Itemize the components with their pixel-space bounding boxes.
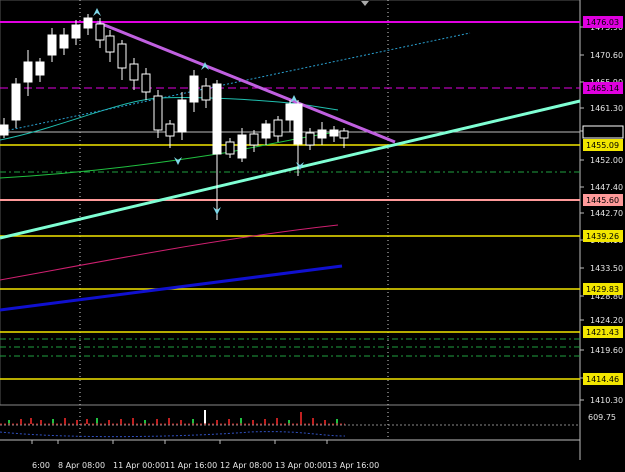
candle [237, 134, 247, 159]
indicator-bar [132, 418, 134, 424]
candle [317, 129, 327, 139]
price-tick-label: 1452.00 [590, 156, 623, 165]
candle [35, 61, 45, 76]
indicator-bar [86, 419, 88, 424]
indicator-bar [240, 418, 242, 424]
indicator-bar [168, 418, 170, 424]
price-tag-label: 1421.43 [586, 328, 619, 337]
indicator-bar [76, 420, 78, 424]
trading-chart-window: 1475.901470.601465.901461.301457.051452.… [0, 0, 625, 472]
candle [71, 24, 81, 39]
time-label: 13 Apr 00:00 [275, 461, 327, 470]
time-label: 6:00 [32, 461, 50, 470]
candle [189, 75, 199, 103]
time-label: 12 Apr 08:00 [220, 461, 272, 470]
indicator-signal-line [0, 431, 346, 438]
candle [141, 73, 151, 93]
candle [117, 43, 127, 69]
candle [225, 141, 235, 155]
indicator-bar [20, 419, 22, 424]
indicator-bar [204, 410, 206, 424]
candle [165, 123, 175, 137]
indicator-bar [120, 419, 122, 424]
candle [273, 119, 283, 137]
indicator-bar [324, 420, 326, 424]
time-label: 11 Apr 00:00 [113, 461, 165, 470]
price-tag-label: 1476.03 [586, 18, 619, 27]
price-tick-label: 1433.50 [590, 264, 623, 273]
candle [285, 103, 295, 121]
indicator-bar [312, 418, 314, 424]
indicator-bar [228, 419, 230, 424]
time-label: 11 Apr 16:00 [165, 461, 217, 470]
indicator-bar [96, 418, 98, 424]
indicator-bar [108, 420, 110, 424]
price-chart[interactable]: 1475.901470.601465.901461.301457.051452.… [0, 0, 625, 472]
indicator-bar [30, 418, 32, 424]
price-tick-label: 1470.60 [590, 51, 623, 60]
indicator-bar [64, 418, 66, 424]
candle [261, 123, 271, 139]
price-tag-label: 1455.09 [586, 141, 619, 150]
indicator-bar [216, 420, 218, 424]
indicator-bar [8, 420, 10, 424]
price-tick-label: 1424.20 [590, 316, 623, 325]
indicator-bar [144, 420, 146, 424]
price-tag-label: 1445.60 [586, 196, 619, 205]
indicator-value-label: 609.75 [588, 413, 616, 422]
candle [305, 132, 315, 146]
candle [129, 63, 139, 81]
time-label: 8 Apr 08:00 [58, 461, 105, 470]
price-tick-label: 1447.40 [590, 183, 623, 192]
indicator-bar [288, 420, 290, 424]
candle [329, 129, 339, 137]
bid-price-tag [582, 125, 624, 139]
price-tick-label: 1442.70 [590, 209, 623, 218]
candle [59, 34, 69, 49]
price-tag-label: 1429.83 [586, 285, 619, 294]
time-label: 13 Apr 16:00 [327, 461, 379, 470]
candle [95, 23, 105, 41]
candle [293, 103, 303, 145]
candle [11, 83, 21, 121]
candle [339, 130, 349, 139]
candle [177, 99, 187, 133]
candle [201, 85, 211, 101]
candle [23, 61, 33, 83]
candle [0, 124, 9, 136]
price-tag-label: 1439.26 [586, 232, 619, 241]
candle [212, 83, 222, 155]
fractal-arrow-icon [174, 157, 182, 165]
chart-shift-marker-icon[interactable] [361, 1, 369, 6]
plot-frame [0, 0, 581, 406]
candle [153, 95, 163, 131]
fractal-arrow-icon [93, 8, 101, 16]
price-tag-label: 1414.46 [586, 375, 619, 384]
dotted-channel-line [0, 32, 471, 133]
indicator-bar [252, 420, 254, 424]
indicator-bar [52, 419, 54, 424]
price-tick-label: 1461.30 [590, 104, 623, 113]
indicator-bar [180, 420, 182, 424]
candle [47, 34, 57, 56]
indicator-bar [40, 420, 42, 424]
price-tick-label: 1410.30 [590, 396, 623, 405]
ma-blue-line [0, 264, 343, 312]
candle [249, 133, 259, 146]
indicator-bar [192, 419, 194, 424]
price-tick-label: 1419.60 [590, 346, 623, 355]
indicator-bar [276, 418, 278, 424]
indicator-bar [156, 419, 158, 424]
indicator-bar [300, 412, 302, 424]
candle [83, 17, 93, 29]
candle [105, 35, 115, 53]
indicator-bar [264, 419, 266, 424]
price-tag-label: 1465.14 [586, 84, 619, 93]
indicator-bar [336, 419, 338, 424]
